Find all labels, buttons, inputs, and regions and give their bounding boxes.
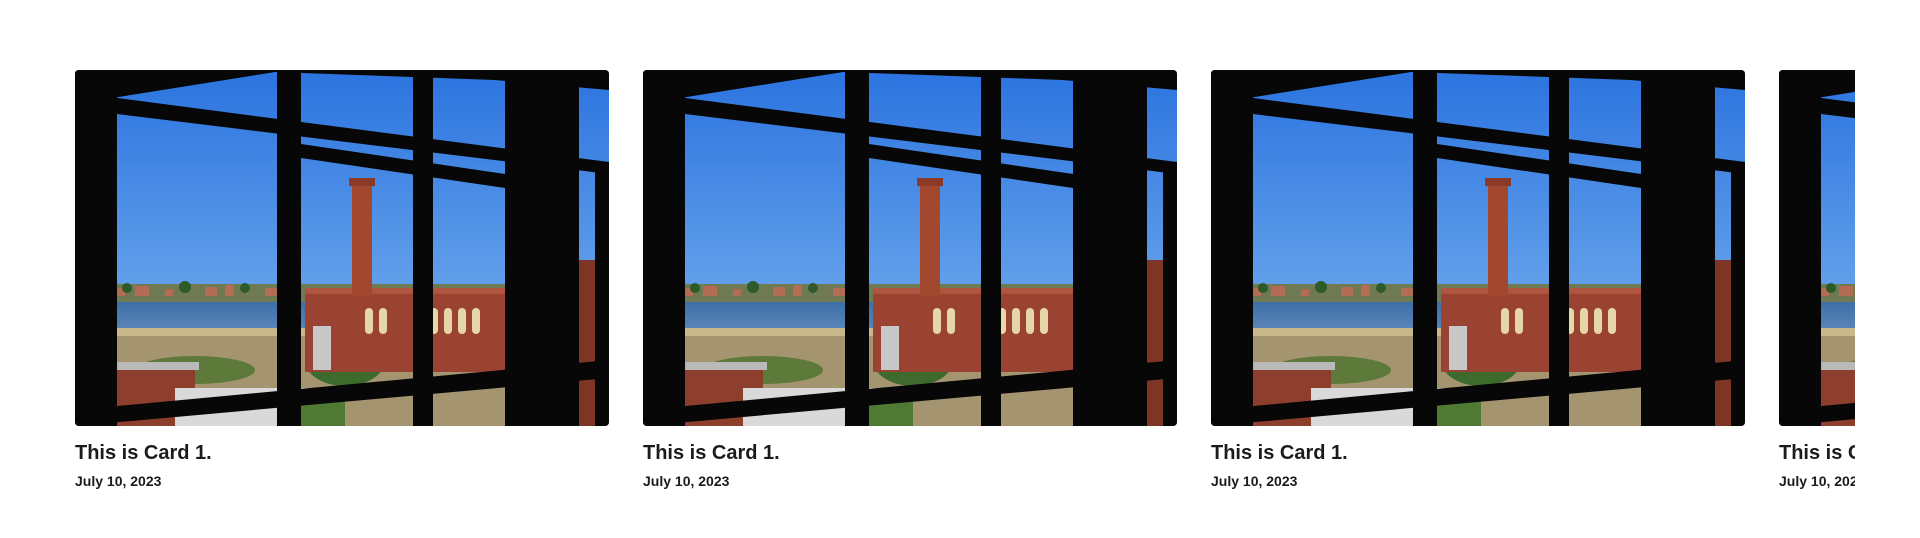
card-image[interactable] [1211,70,1745,426]
card-date: July 10, 2023 [75,473,162,489]
window-view-photo [1779,70,1855,426]
card-image[interactable] [1779,70,1855,426]
window-view-photo [75,70,609,426]
card-carousel: This is Card 1. July 10, 2023 This is Ca… [0,0,1920,538]
card-title[interactable]: This is Card 1. [75,440,609,466]
card-date: July 10, 2023 [643,473,730,489]
card-image[interactable] [643,70,1177,426]
window-view-photo [1211,70,1745,426]
card[interactable]: This is Card 1. July 10, 2023 [643,70,1177,510]
card-date: July 10, 2023 [1211,473,1298,489]
card[interactable]: This is Card 1. July 10, 2023 [75,70,609,510]
card-title[interactable]: This is Card 1. [1211,440,1745,466]
card-track: This is Card 1. July 10, 2023 This is Ca… [75,70,1855,510]
card[interactable]: This is Card 1. July 10, 2023 [1779,70,1855,510]
card-date: July 10, 2023 [1779,473,1855,489]
card-image[interactable] [75,70,609,426]
window-view-photo [643,70,1177,426]
card-title[interactable]: This is Card 1. [643,440,1177,466]
card-title[interactable]: This is Card 1. [1779,440,1855,466]
card[interactable]: This is Card 1. July 10, 2023 [1211,70,1745,510]
